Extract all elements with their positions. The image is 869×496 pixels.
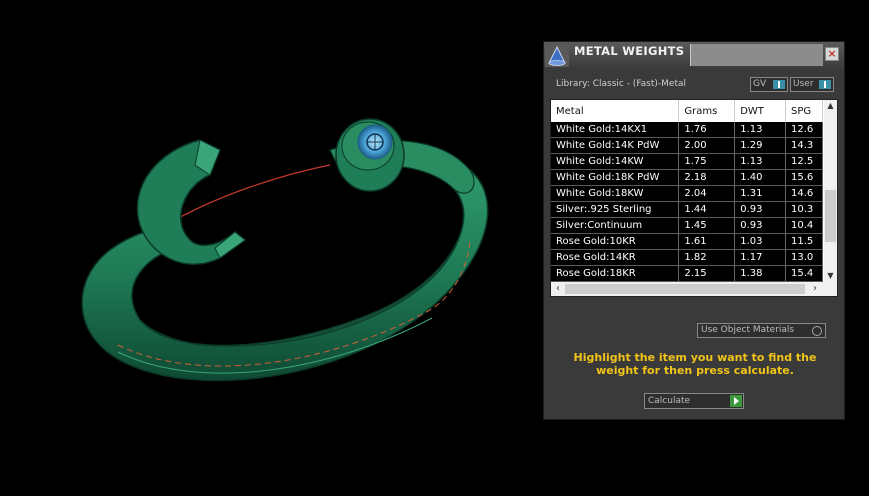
- table-row[interactable]: White Gold:14KX1 1.76 1.13 12.6: [551, 122, 823, 138]
- metal-table[interactable]: Metal Grams DWT SPG White Gold:14KX1 1.76…: [550, 99, 838, 297]
- user-toggle[interactable]: User: [790, 77, 834, 92]
- table-cell: White Gold:14KX1: [551, 122, 680, 138]
- table-cell: 10.3: [785, 201, 823, 218]
- table-cell: 2.04: [678, 185, 736, 202]
- table-cell: Silver:Continuum: [551, 217, 680, 234]
- table-row[interactable]: Rose Gold:10KR 1.61 1.03 11.5: [551, 233, 823, 250]
- table-cell: 1.61: [678, 233, 736, 250]
- table-cell: 2.15: [678, 265, 736, 282]
- table-cell: 1.29: [734, 137, 787, 154]
- table-cell: 1.75: [678, 153, 736, 170]
- table-row[interactable]: White Gold:18K PdW 2.18 1.40 15.6: [551, 169, 823, 186]
- table-row[interactable]: White Gold:14KW 1.75 1.13 12.5: [551, 153, 823, 170]
- column-header[interactable]: DWT: [734, 100, 787, 122]
- table-cell: 1.38: [734, 265, 787, 282]
- table-cell: 15.4: [785, 265, 823, 282]
- table-row[interactable]: Rose Gold:14KR 1.82 1.17 13.0: [551, 249, 823, 266]
- table-row[interactable]: White Gold:14K PdW 2.00 1.29 14.3: [551, 137, 823, 154]
- table-cell: 15.6: [785, 169, 823, 186]
- user-label: User: [793, 79, 814, 89]
- table-cell: 1.45: [678, 217, 736, 234]
- calculate-button[interactable]: Calculate: [644, 393, 744, 409]
- table-cell: 0.93: [734, 217, 787, 234]
- column-header[interactable]: Metal: [551, 100, 680, 122]
- table-cell: Rose Gold:10KR: [551, 233, 680, 250]
- toggle-knob-icon: [773, 80, 785, 89]
- horizontal-scrollbar[interactable]: ‹ ›: [551, 282, 837, 296]
- table-cell: Rose Gold:18KR: [551, 265, 680, 282]
- table-cell: 12.6: [785, 122, 823, 138]
- library-label: Library: Classic - (Fast)-Metal: [556, 79, 687, 89]
- calculate-label: Calculate: [648, 396, 691, 406]
- table-cell: 2.18: [678, 169, 736, 186]
- scroll-left-icon[interactable]: ‹: [552, 283, 564, 295]
- panel-titlebar[interactable]: METAL WEIGHTS ×: [544, 42, 844, 68]
- table-cell: White Gold:18KW: [551, 185, 680, 202]
- column-header[interactable]: SPG: [785, 100, 823, 122]
- table-cell: Silver:.925 Sterling: [551, 201, 680, 218]
- scroll-thumb[interactable]: [565, 284, 805, 294]
- table-cell: 11.5: [785, 233, 823, 250]
- column-header[interactable]: Grams: [678, 100, 736, 122]
- table-cell: White Gold:14KW: [551, 153, 680, 170]
- table-cell: 1.40: [734, 169, 787, 186]
- use-object-materials-option[interactable]: Use Object Materials: [697, 323, 826, 338]
- table-cell: White Gold:18K PdW: [551, 169, 680, 186]
- table-cell: White Gold:14K PdW: [551, 137, 680, 154]
- table-row[interactable]: Silver:.925 Sterling 1.44 0.93 10.3: [551, 201, 823, 218]
- scroll-right-icon[interactable]: ›: [809, 283, 821, 295]
- metal-weights-panel: METAL WEIGHTS × Library: Classic - (Fast…: [543, 41, 845, 420]
- play-arrow-icon: [730, 395, 742, 407]
- ring-model: [81, 118, 489, 382]
- radio-icon[interactable]: [812, 326, 822, 336]
- table-row[interactable]: White Gold:18KW 2.04 1.31 14.6: [551, 185, 823, 202]
- scroll-down-icon[interactable]: ▼: [825, 270, 836, 282]
- table-cell: 12.5: [785, 153, 823, 170]
- table-cell: 1.82: [678, 249, 736, 266]
- table-cell: 1.44: [678, 201, 736, 218]
- instructions-text: Highlight the item you want to find the …: [573, 351, 817, 377]
- table-cell: 14.6: [785, 185, 823, 202]
- vertical-scrollbar[interactable]: ▲ ▼: [824, 100, 837, 282]
- table-cell: 2.00: [678, 137, 736, 154]
- scroll-thumb[interactable]: [825, 190, 836, 242]
- scroll-up-icon[interactable]: ▲: [825, 100, 836, 112]
- table-row[interactable]: Rose Gold:18KR 2.15 1.38 15.4: [551, 265, 823, 282]
- table-cell: 1.03: [734, 233, 787, 250]
- table-cell: 1.17: [734, 249, 787, 266]
- table-cell: 13.0: [785, 249, 823, 266]
- cone-logo-icon: [545, 44, 569, 67]
- toggle-knob-icon: [819, 80, 831, 89]
- panel-title: METAL WEIGHTS: [574, 44, 685, 58]
- table-cell: 14.3: [785, 137, 823, 154]
- 3d-viewport[interactable]: [0, 0, 540, 492]
- table-header-row: Metal Grams DWT SPG: [551, 100, 823, 122]
- table-row[interactable]: Silver:Continuum 1.45 0.93 10.4: [551, 217, 823, 234]
- table-cell: 10.4: [785, 217, 823, 234]
- table-cell: 1.31: [734, 185, 787, 202]
- close-icon[interactable]: ×: [825, 47, 839, 61]
- table-cell: Rose Gold:14KR: [551, 249, 680, 266]
- use-object-materials-label: Use Object Materials: [701, 325, 795, 335]
- table-cell: 1.13: [734, 153, 787, 170]
- title-strip: [690, 44, 823, 66]
- gv-toggle[interactable]: GV: [750, 77, 788, 92]
- table-cell: 1.13: [734, 122, 787, 138]
- table-cell: 1.76: [678, 122, 736, 138]
- table-cell: 0.93: [734, 201, 787, 218]
- gv-label: GV: [753, 79, 767, 89]
